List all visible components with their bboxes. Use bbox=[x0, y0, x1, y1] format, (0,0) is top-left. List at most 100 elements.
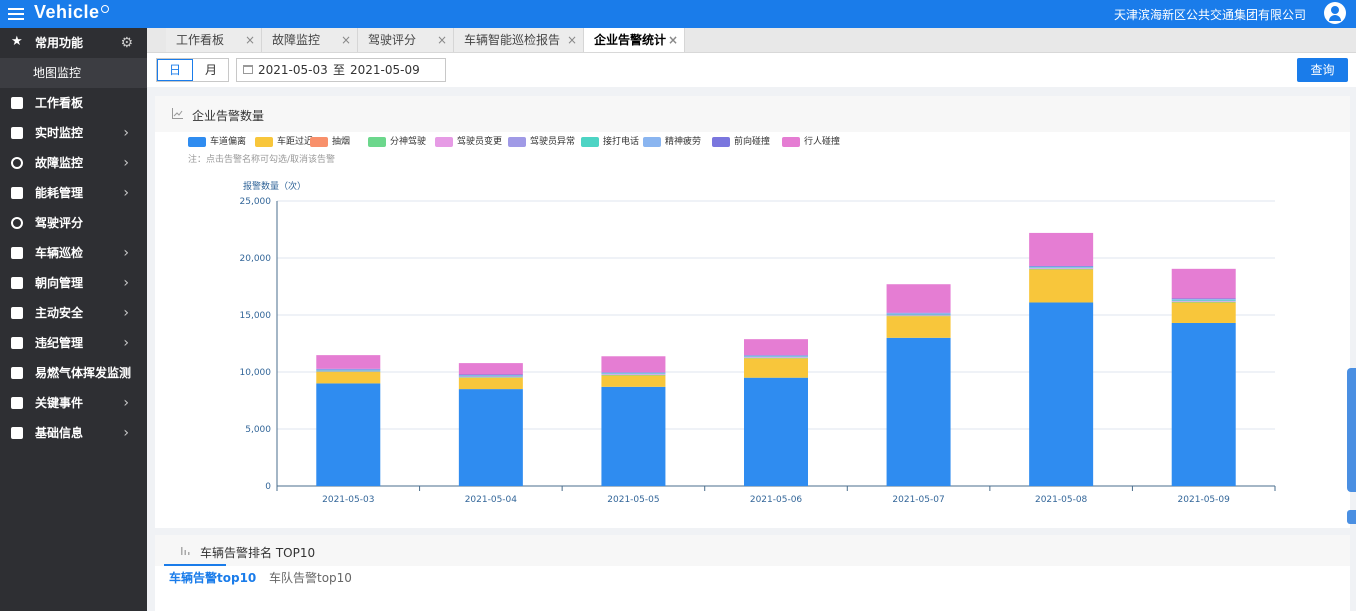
bar-segment bbox=[601, 375, 666, 387]
bar-segment bbox=[886, 313, 951, 314]
legend-swatch bbox=[368, 137, 386, 147]
sidebar-item-12[interactable]: 关键事件 › bbox=[0, 388, 147, 418]
floating-toolbox-toggle[interactable] bbox=[1347, 510, 1356, 524]
day-button[interactable]: 日 bbox=[157, 59, 193, 81]
legend-swatch bbox=[508, 137, 526, 147]
gear-icon[interactable]: ⚙ bbox=[120, 28, 133, 58]
x-tick-label: 2021-05-06 bbox=[750, 495, 803, 505]
legend-label: 接打电话 bbox=[603, 137, 640, 147]
sidebar-subitem-map-monitor[interactable]: 地图监控 bbox=[0, 58, 147, 88]
bar-segment bbox=[458, 377, 523, 390]
sidebar-item-3[interactable]: 实时监控 › bbox=[0, 118, 147, 148]
y-tick-label: 0 bbox=[265, 482, 271, 492]
tab-1[interactable]: 故障监控 × bbox=[262, 28, 358, 52]
month-button[interactable]: 月 bbox=[193, 59, 229, 81]
bar-segment bbox=[1171, 268, 1236, 299]
sidebar-item-7[interactable]: 车辆巡检 › bbox=[0, 238, 147, 268]
tab-label: 车辆智能巡检报告 bbox=[464, 33, 561, 47]
close-icon[interactable]: × bbox=[245, 28, 255, 52]
x-tick-label: 2021-05-03 bbox=[322, 495, 374, 505]
bar-segment bbox=[744, 358, 808, 378]
bar-segment bbox=[316, 370, 381, 372]
date-to[interactable]: 2021-05-09 bbox=[350, 59, 420, 81]
tab-label: 驾驶评分 bbox=[368, 33, 417, 47]
bar-segment bbox=[458, 377, 523, 378]
sidebar-item-11[interactable]: 易燃气体挥发监测 bbox=[0, 358, 147, 388]
close-icon[interactable]: × bbox=[437, 28, 447, 52]
sidebar-item-5[interactable]: 能耗管理 › bbox=[0, 178, 147, 208]
legend-swatch bbox=[310, 137, 328, 147]
violation-icon bbox=[11, 337, 23, 349]
line-chart-icon bbox=[172, 108, 183, 119]
chevron-right-icon: › bbox=[123, 425, 129, 441]
sidebar-item-0[interactable]: ★ 常用功能 ⚙ bbox=[0, 28, 147, 58]
tab-0[interactable]: 工作看板 × bbox=[166, 28, 262, 52]
sidebar-item-4[interactable]: 故障监控 › bbox=[0, 148, 147, 178]
date-range-picker[interactable]: 2021-05-03 至 2021-05-09 bbox=[236, 58, 446, 82]
sidebar-item-label: 基础信息 bbox=[35, 426, 84, 440]
menu-icon[interactable] bbox=[8, 6, 24, 22]
y-tick-label: 25,000 bbox=[240, 197, 272, 207]
chevron-right-icon: › bbox=[123, 245, 129, 261]
bar-segment bbox=[316, 371, 381, 373]
close-icon[interactable]: × bbox=[341, 28, 351, 52]
bar-segment bbox=[1029, 267, 1094, 269]
tab-4[interactable]: 企业告警统计 × bbox=[584, 28, 685, 52]
calendar-icon bbox=[243, 65, 253, 74]
bar-segment bbox=[886, 314, 951, 316]
tab-3[interactable]: 车辆智能巡检报告 × bbox=[454, 28, 584, 52]
company-name: 天津滨海新区公共交通集团有限公司 bbox=[1113, 8, 1306, 22]
bar-segment bbox=[744, 377, 808, 486]
bar-segment bbox=[1171, 302, 1236, 323]
bar-segment bbox=[886, 284, 951, 313]
y-tick-label: 20,000 bbox=[240, 254, 272, 264]
sidebar-item-label: 朝向管理 bbox=[35, 276, 84, 290]
legend-label: 驾驶员变更 bbox=[457, 137, 503, 147]
sidebar: ★ 常用功能 ⚙ 地图监控 工作看板 实时监控 › 故障监控 › 能耗管理 › 驾驶评分 车辆巡检 › 朝向… bbox=[0, 28, 147, 611]
sidebar-item-label: 常用功能 bbox=[35, 36, 84, 50]
sidebar-item-10[interactable]: 违纪管理 › bbox=[0, 328, 147, 358]
close-icon[interactable]: × bbox=[567, 28, 577, 52]
bar-segment bbox=[458, 376, 523, 378]
query-button[interactable]: 查询 bbox=[1297, 58, 1348, 82]
ranking-panel: 车辆告警排名 TOP10 车辆告警top10 车队告警top10 bbox=[155, 535, 1350, 611]
date-separator: 至 bbox=[333, 63, 346, 77]
bar-segment bbox=[744, 355, 808, 357]
sidebar-item-9[interactable]: 主动安全 › bbox=[0, 298, 147, 328]
bar-segment bbox=[1171, 299, 1236, 301]
x-tick-label: 2021-05-09 bbox=[1178, 495, 1231, 505]
bar-segment bbox=[1029, 268, 1094, 269]
chevron-right-icon: › bbox=[123, 335, 129, 351]
bar-segment bbox=[1171, 299, 1236, 300]
date-from[interactable]: 2021-05-03 bbox=[258, 59, 328, 81]
sidebar-item-8[interactable]: 朝向管理 › bbox=[0, 268, 147, 298]
bar-segment bbox=[316, 383, 381, 486]
period-toggle: 日 月 bbox=[156, 58, 229, 82]
bar-segment bbox=[744, 357, 808, 359]
sidebar-item-13[interactable]: 基础信息 › bbox=[0, 418, 147, 448]
tab-fleet-top10[interactable]: 车队告警top10 bbox=[269, 569, 352, 586]
legend-label: 车道偏离 bbox=[210, 137, 247, 147]
sidebar-item-label: 违纪管理 bbox=[35, 336, 84, 350]
bar-segment bbox=[316, 372, 381, 384]
bar-segment bbox=[1029, 267, 1094, 268]
bar-segment bbox=[1029, 269, 1094, 303]
chevron-right-icon: › bbox=[123, 185, 129, 201]
bus-icon bbox=[11, 247, 23, 259]
legend-label: 前向碰撞 bbox=[734, 137, 771, 147]
bar-segment bbox=[886, 315, 951, 317]
sidebar-item-2[interactable]: 工作看板 bbox=[0, 88, 147, 118]
floating-toolbox[interactable] bbox=[1347, 368, 1356, 492]
fuel-icon bbox=[11, 187, 23, 199]
bar-segment bbox=[1029, 232, 1094, 266]
legend-swatch bbox=[712, 137, 730, 147]
user-avatar-icon[interactable] bbox=[1324, 2, 1346, 24]
shield-icon bbox=[11, 307, 23, 319]
bar-segment bbox=[886, 337, 951, 486]
y-tick-label: 15,000 bbox=[240, 311, 272, 321]
tab-vehicle-top10[interactable]: 车辆告警top10 bbox=[169, 569, 256, 586]
bar-segment bbox=[601, 356, 666, 373]
tab-2[interactable]: 驾驶评分 × bbox=[358, 28, 454, 52]
close-icon[interactable]: × bbox=[668, 28, 678, 52]
sidebar-item-6[interactable]: 驾驶评分 bbox=[0, 208, 147, 238]
